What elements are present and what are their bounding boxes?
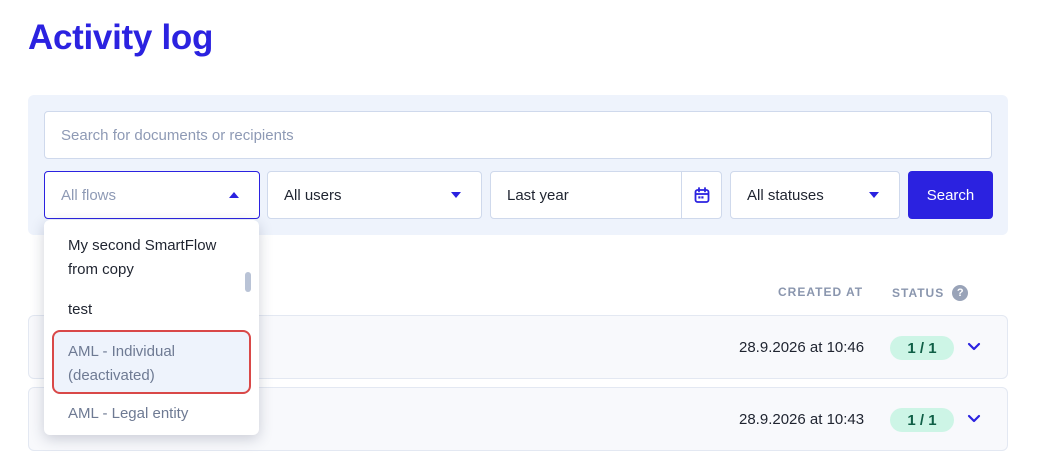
date-range-value: Last year: [507, 186, 569, 204]
caret-down-icon: [869, 192, 879, 198]
status-badge: 1 / 1: [890, 408, 954, 432]
search-input[interactable]: [44, 111, 992, 159]
caret-down-icon: [451, 192, 461, 198]
dropdown-scrollbar[interactable]: [245, 272, 251, 292]
caret-up-icon: [229, 192, 239, 198]
flows-dropdown-menu: My second SmartFlow from copy test AML -…: [44, 220, 259, 435]
column-header-created-at: CREATED AT: [778, 285, 864, 299]
dropdown-option[interactable]: test: [52, 298, 252, 322]
calendar-icon: [694, 186, 709, 203]
flows-select[interactable]: All flows: [44, 171, 260, 219]
page-title: Activity log: [28, 18, 214, 57]
date-range-select[interactable]: Last year: [490, 171, 722, 219]
chevron-down-icon[interactable]: [967, 342, 981, 352]
users-select-value: All users: [284, 186, 342, 204]
status-badge: 1 / 1: [890, 336, 954, 360]
filter-panel: All flows All users Last year All status…: [28, 95, 1008, 235]
dropdown-option[interactable]: AML - Legal entity: [52, 402, 252, 426]
row-created-at: 28.9.2026 at 10:46: [739, 339, 865, 356]
status-select-value: All statuses: [747, 186, 824, 204]
calendar-button[interactable]: [681, 172, 721, 218]
help-icon[interactable]: ?: [952, 285, 969, 301]
flows-select-value: All flows: [61, 186, 117, 204]
dropdown-option[interactable]: My second SmartFlow from copy: [52, 234, 252, 282]
column-header-status: STATUS ?: [892, 285, 969, 301]
search-button[interactable]: Search: [908, 171, 993, 219]
users-select[interactable]: All users: [267, 171, 482, 219]
chevron-down-icon[interactable]: [967, 414, 981, 424]
row-created-at: 28.9.2026 at 10:43: [739, 411, 865, 428]
dropdown-option-highlighted[interactable]: AML - Individual (deactivated): [52, 330, 251, 394]
status-select[interactable]: All statuses: [730, 171, 900, 219]
column-header-status-label: STATUS: [892, 286, 945, 300]
